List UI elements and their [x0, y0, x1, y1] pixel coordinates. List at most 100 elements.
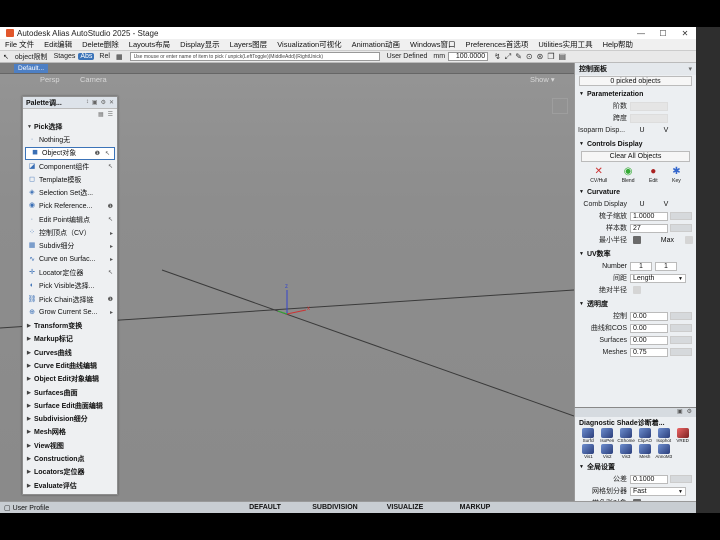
shade-mode-button[interactable]: Vis3 — [617, 444, 636, 459]
shade-mode-button[interactable]: AnnoM3 — [654, 444, 673, 459]
isoparm-v-toggle[interactable]: V — [654, 127, 678, 134]
cv-hull-toggle[interactable]: ✕ CV/Hull — [590, 166, 607, 184]
user-profile-button[interactable]: ▢ User Profile — [0, 504, 110, 512]
spacing-dropdown[interactable]: Length ▼ — [630, 273, 686, 283]
isoparm-u-toggle[interactable]: U — [630, 127, 654, 134]
shade-mode-button[interactable]: ClipAO — [636, 428, 655, 443]
palette-category[interactable]: ▶ Surface Edit曲面编辑 — [23, 399, 117, 412]
pick-tool-item[interactable]: ◈ Selection Set选... — [23, 186, 117, 199]
number-u-field[interactable]: 1 — [630, 261, 652, 271]
palette-section-pick[interactable]: ▼ Pick选择 — [23, 120, 117, 133]
target-icon[interactable]: ⊛ — [537, 52, 544, 62]
shade-mode-button[interactable]: Isophot — [654, 428, 673, 443]
pick-tool-item[interactable]: ⁘ 控制顶点（CV） ▸ — [23, 226, 117, 239]
menu-windows[interactable]: Windows窗口 — [405, 39, 460, 50]
section-transparency[interactable]: ▼ 透明度 — [575, 298, 696, 310]
palette-category[interactable]: ▶ View视图 — [23, 439, 117, 452]
samples-field[interactable]: 27 — [630, 223, 668, 233]
pick-mode-icon[interactable]: ↖ — [0, 53, 12, 61]
shade-mode-button[interactable]: Vis2 — [598, 444, 617, 459]
edit-toggle[interactable]: ● Edit — [649, 166, 658, 184]
mesher-dropdown[interactable]: Fast ▼ — [630, 486, 686, 496]
menu-delete[interactable]: Delete删除 — [77, 39, 124, 50]
rel-toggle[interactable]: Rel — [96, 53, 113, 60]
tool-submenu-icon[interactable]: ↖ — [108, 163, 113, 170]
shade-mode-button[interactable]: IsoPen — [598, 428, 617, 443]
palette-category[interactable]: ▶ Transform变换 — [23, 319, 117, 332]
stages-button[interactable]: Stages — [51, 53, 79, 60]
palette-grid-icon[interactable]: ▦ — [98, 111, 104, 118]
menu-animation[interactable]: Animation动画 — [347, 39, 405, 50]
pick-tool-item[interactable]: ◉ Pick Reference... ❶ — [23, 200, 117, 213]
palette-category[interactable]: ▶ Markup标记 — [23, 333, 117, 346]
section-parameterization[interactable]: ▼ Parameterization — [575, 88, 696, 100]
pick-tool-item[interactable]: ⊕ Grow Current Se... ▸ — [23, 306, 117, 319]
clear-all-objects-button[interactable]: Clear All Objects — [581, 151, 690, 162]
palette-category[interactable]: ▶ Evaluate评估 — [23, 479, 117, 492]
trans-meshes-field[interactable]: 0.75 — [630, 347, 668, 357]
prompt-line[interactable]: Use mouse or enter name of item to pick … — [129, 52, 380, 61]
menu-layouts[interactable]: Layouts布局 — [124, 39, 175, 50]
blend-toggle[interactable]: ◉ Blend — [622, 166, 635, 184]
shade-mode-button[interactable]: VRED — [673, 428, 692, 443]
abs-radius-checkbox[interactable] — [633, 286, 641, 294]
palette-settings-icon[interactable]: ⚙ — [101, 99, 106, 106]
pick-tool-item[interactable]: ∙ Edit Point编辑点 ↖ — [23, 213, 117, 226]
param-degree-field[interactable] — [630, 101, 668, 111]
copy-icon[interactable]: ❐ — [547, 52, 554, 62]
key-toggle[interactable]: ✱ Key — [672, 166, 681, 184]
maximize-button[interactable]: ☐ — [652, 29, 674, 38]
menu-file[interactable]: File 文件 — [0, 39, 39, 50]
section-uv-rate[interactable]: ▼ UV数率 — [575, 248, 696, 260]
shade-mode-button[interactable]: Surfcl — [579, 428, 598, 443]
trans-control-field[interactable]: 0.00 — [630, 311, 668, 321]
tool-option-icon[interactable]: ❶ — [95, 150, 100, 157]
tool-submenu-icon[interactable]: ❶ — [108, 203, 113, 210]
max-checkbox[interactable] — [685, 236, 693, 244]
palette-close-icon[interactable]: ✕ — [109, 99, 114, 106]
number-v-field[interactable]: 1 — [655, 261, 677, 271]
shelf-set-visualize[interactable]: VISUALIZE — [370, 504, 440, 511]
tool-submenu-icon[interactable]: ↖ — [108, 216, 113, 223]
menu-display[interactable]: Display显示 — [175, 39, 225, 50]
tolerance-field[interactable]: 100.0000 — [448, 52, 489, 61]
pick-tool-item[interactable]: ⛓ Pick Chain选择链 ❶ — [23, 293, 117, 306]
pick-tool-item[interactable]: ∿ Curve on Surfac... ▸ — [23, 253, 117, 266]
pick-tool-item[interactable]: ◐ Pick Visible选择... — [23, 280, 117, 293]
comb-scale-field[interactable]: 1.0000 — [630, 211, 668, 221]
menu-edit[interactable]: Edit编辑 — [39, 39, 77, 50]
shelf-tab-default[interactable]: Default... — [14, 64, 49, 73]
minimize-button[interactable]: — — [630, 29, 652, 38]
trans-surfaces-field[interactable]: 0.00 — [630, 335, 668, 345]
tool-submenu-icon[interactable]: ▸ — [110, 256, 113, 263]
comb-u-toggle[interactable]: U — [630, 201, 654, 208]
pick-tool-item[interactable]: · Nothing无 — [23, 133, 117, 146]
pencil-icon[interactable]: ✎ — [515, 52, 522, 62]
menu-visualization[interactable]: Visualization可视化 — [272, 39, 346, 50]
tool-submenu-icon[interactable]: ▸ — [110, 230, 113, 237]
shelf-set-markup[interactable]: MARKUP — [440, 504, 510, 511]
palette-category[interactable]: ▶ Curve Edit曲线编辑 — [23, 359, 117, 372]
view-cube-icon[interactable] — [552, 98, 568, 114]
palette-category[interactable]: ▶ Curves曲线 — [23, 346, 117, 359]
layers-icon[interactable]: ▤ — [558, 52, 566, 62]
tool-submenu-icon[interactable]: ↖ — [108, 269, 113, 276]
palette-list-icon[interactable]: ☰ — [108, 111, 113, 118]
trans-curves-field[interactable]: 0.00 — [630, 323, 668, 333]
close-button[interactable]: ✕ — [674, 29, 696, 38]
comb-scale-slider[interactable] — [670, 212, 692, 220]
palette-header[interactable]: Palette调... ↕ ▣ ⚙ ✕ — [23, 97, 117, 109]
curve-snap-icon[interactable]: ⤢ — [505, 52, 511, 62]
palette-category[interactable]: ▶ Construction点 — [23, 452, 117, 465]
shelf-set-default[interactable]: DEFAULT — [230, 504, 300, 511]
grid-snap-icon[interactable]: ⊙ — [526, 52, 533, 62]
section-curvature[interactable]: ▼ Curvature — [575, 186, 696, 198]
palette-category[interactable]: ▶ Object Edit对象编辑 — [23, 373, 117, 386]
shade-mode-button[interactable]: Vis1 — [579, 444, 598, 459]
pick-tool-item[interactable]: ◼ Object对象 ❶ ↖ — [25, 146, 115, 160]
abs-toggle[interactable]: Abs — [78, 53, 95, 60]
palette-category[interactable]: ▶ Subdivision细分 — [23, 413, 117, 426]
diag-header[interactable]: Diagnostic Shade诊断着... — [575, 417, 696, 428]
pick-tool-item[interactable]: ◻ Template模板 — [23, 173, 117, 186]
section-global-settings[interactable]: ▼ 全局设置 — [575, 461, 696, 473]
